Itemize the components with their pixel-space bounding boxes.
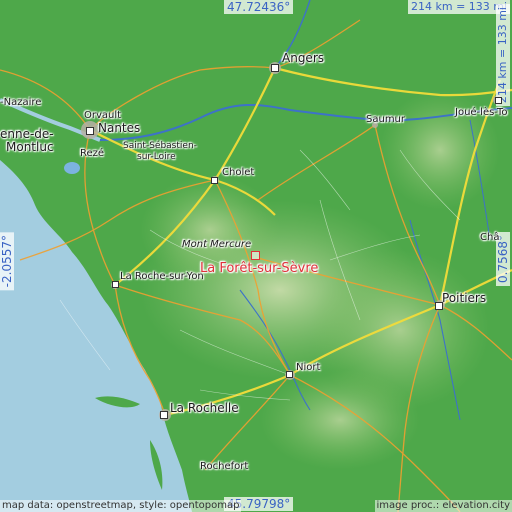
vertical-scale-label: 214 km = 133 mi (496, 4, 510, 107)
city-label-saint-nazaire: -Nazaire (0, 97, 42, 108)
city-label-saint-sebastien-1: Saint-Sébastien- (123, 141, 197, 151)
lac-de-grand-lieu (64, 162, 80, 174)
top-latitude-label: 47.72436° (224, 0, 294, 14)
image-credit: image proc.: elevation.city (374, 500, 512, 512)
city-label-cholet: Cholet (222, 167, 255, 178)
city-label-chatellerault: Châ (480, 232, 500, 243)
city-label-la-rochelle: La Rochelle (170, 401, 239, 415)
city-marker-la-roche-sur-yon (112, 281, 119, 288)
map-credit: map data: openstreetmap, style: opentopo… (0, 500, 242, 512)
city-marker-poitiers (435, 302, 443, 310)
city-marker-tours (495, 97, 502, 104)
city-label-nantes: Nantes (98, 121, 141, 135)
city-label-saumur: Saumur (366, 114, 406, 125)
left-longitude-label: -2.0557° (0, 232, 14, 291)
city-label-saint-sebastien-2: sur-Loire (137, 152, 176, 162)
target-location-label: La Forêt-sur-Sèvre (200, 261, 319, 276)
target-location-marker[interactable] (251, 251, 260, 260)
peak-label-mont-mercure: Mont Mercure (182, 239, 252, 250)
city-label-la-roche-sur-yon: La Roche-sur-Yon (120, 271, 204, 282)
city-marker-nantes (86, 127, 94, 135)
city-marker-cholet (211, 177, 218, 184)
city-label-reze: Rezé (80, 148, 105, 159)
city-label-joue-les-tours: Joué-lès-To (455, 107, 508, 118)
city-label-angers: Angers (282, 51, 324, 65)
city-label-rochefort: Rochefort (200, 461, 249, 472)
city-label-montluc: Montluc (6, 140, 54, 154)
city-marker-niort (286, 371, 293, 378)
city-label-niort: Niort (296, 362, 321, 373)
city-marker-la-rochelle (160, 411, 168, 419)
horizontal-scale-label: 214 km = 133 mi (408, 0, 511, 14)
city-label-poitiers: Poitiers (442, 291, 487, 305)
city-label-orvault: Orvault (84, 110, 122, 121)
city-marker-angers (271, 64, 279, 72)
map-canvas[interactable]: 47.72436° 45.79798° -2.0557° 0.7568° 214… (0, 0, 512, 512)
